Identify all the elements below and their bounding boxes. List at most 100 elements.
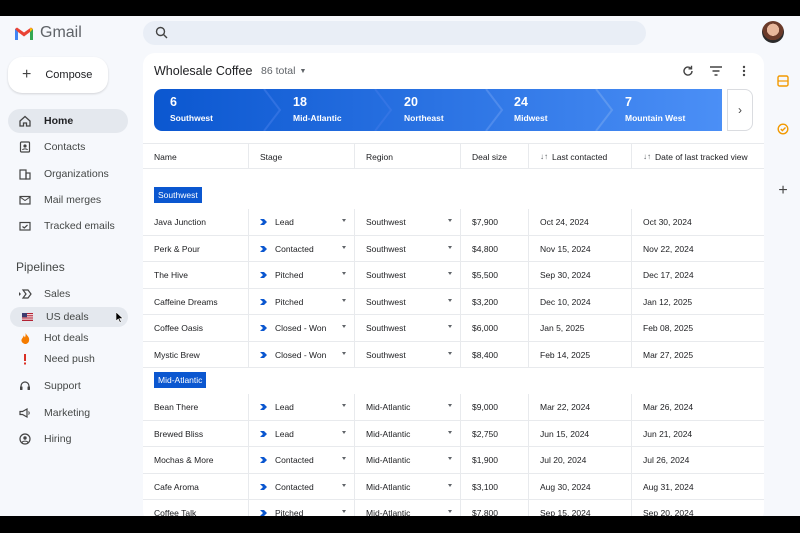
column-header-deal-size[interactable]: Deal size — [461, 144, 529, 169]
group-label[interactable]: Southwest — [154, 187, 202, 203]
table-row[interactable]: Mystic Brew Closed - Won Southwest $8,400 Fe… — [143, 341, 764, 368]
sidebar-item-marketing[interactable]: Marketing — [8, 401, 128, 425]
stage-chevron-icon — [260, 245, 267, 252]
cell-deal-size: $6,000 — [461, 315, 529, 341]
cell-stage[interactable]: Pitched — [249, 500, 355, 516]
cell-stage[interactable]: Lead — [249, 209, 355, 235]
sidebar-item-hot-deals[interactable]: Hot deals — [8, 328, 128, 348]
cell-stage[interactable]: Closed - Won — [249, 315, 355, 341]
sidebar-item-sales[interactable]: Sales — [8, 282, 128, 306]
cell-last-contacted: Nov 15, 2024 — [529, 235, 632, 262]
next-stages-button[interactable]: › — [727, 89, 753, 131]
cell-region[interactable]: Mid-Atlantic — [355, 447, 461, 473]
cell-region[interactable]: Mid-Atlantic — [355, 420, 461, 447]
total-count-dropdown[interactable]: 86 total ▼ — [261, 65, 306, 77]
table-row[interactable]: Cafe Aroma Contacted Mid-Atlantic $3,100 Aug… — [143, 473, 764, 500]
nav-item-contacts[interactable]: Contacts — [8, 135, 128, 159]
dropdown-arrow-icon — [342, 219, 346, 222]
cell-stage[interactable]: Contacted — [249, 447, 355, 473]
cell-region[interactable]: Mid-Atlantic — [355, 473, 461, 500]
sheets-icon[interactable] — [775, 73, 791, 89]
cell-region[interactable]: Southwest — [355, 315, 461, 341]
nav-item-tracked-emails[interactable]: Tracked emails — [8, 214, 128, 238]
sidebar-item-us-deals[interactable]: US deals — [10, 307, 128, 327]
cell-region[interactable]: Southwest — [355, 341, 461, 368]
nav-label: Contacts — [44, 141, 86, 153]
nav-item-mail-merges[interactable]: Mail merges — [8, 188, 128, 212]
table-row[interactable]: Caffeine Dreams Pitched Southwest $3,200 Dec… — [143, 288, 764, 315]
cell-region[interactable]: Southwest — [355, 235, 461, 262]
cell-region[interactable]: Southwest — [355, 262, 461, 288]
add-addon-icon[interactable]: + — [775, 182, 791, 199]
cell-last-contacted-text: Aug 30, 2024 — [540, 481, 591, 492]
cell-last-tracked-view-text: Dec 17, 2024 — [643, 270, 694, 280]
cell-deal-size: $9,000 — [461, 394, 529, 420]
avatar[interactable] — [762, 21, 784, 43]
sidebar-item-support[interactable]: Support — [8, 374, 128, 398]
exclamation-icon — [18, 353, 32, 365]
cell-deal-size-text: $2,750 — [472, 428, 498, 439]
table-row[interactable]: Java Junction Lead Southwest $7,900 Oct 24, … — [143, 209, 764, 236]
compose-button[interactable]: + Compose — [8, 57, 108, 93]
cell-stage[interactable]: Lead — [249, 420, 355, 447]
column-header-last-tracked-view[interactable]: ↓↑ Date of last tracked view — [632, 144, 764, 169]
table-row[interactable]: Perk & Pour Contacted Southwest $4,800 Nov 1… — [143, 235, 764, 262]
cell-stage-text: Pitched — [275, 296, 304, 307]
table-row[interactable]: Mochas & More Contacted Mid-Atlantic $1,900… — [143, 447, 764, 474]
cell-stage[interactable]: Contacted — [249, 473, 355, 500]
table-header: Name Stage Region Deal size ↓↑ Last conta… — [143, 143, 764, 169]
table-row[interactable]: Bean There Lead Mid-Atlantic $9,000 Mar 22, … — [143, 394, 764, 421]
refresh-icon[interactable] — [679, 62, 697, 80]
stage-mid-atlantic[interactable]: 18 Mid-Atlantic — [277, 89, 387, 131]
contacts-icon — [18, 141, 32, 153]
sidebar-item-hiring[interactable]: Hiring — [8, 427, 128, 451]
dropdown-arrow-icon — [448, 325, 452, 328]
cell-region[interactable]: Mid-Atlantic — [355, 500, 461, 516]
stage-label: Midwest — [514, 113, 548, 123]
table-row[interactable]: Coffee Talk Pitched Mid-Atlantic $7,800 Sep … — [143, 500, 764, 516]
cell-last-contacted-text: Sep 15, 2024 — [540, 508, 591, 516]
cell-name: Brewed Bliss — [143, 420, 249, 447]
column-header-last-contacted[interactable]: ↓↑ Last contacted — [529, 144, 632, 169]
column-header-region[interactable]: Region — [355, 144, 461, 169]
cell-stage[interactable]: Pitched — [249, 288, 355, 315]
fire-icon — [18, 332, 32, 344]
pipeline-label: US deals — [46, 311, 89, 323]
cell-deal-size: $3,100 — [461, 473, 529, 500]
group-label[interactable]: Mid-Atlantic — [154, 372, 207, 388]
table-row[interactable]: Brewed Bliss Lead Mid-Atlantic $2,750 Jun 15… — [143, 420, 764, 447]
cell-region[interactable]: Mid-Atlantic — [355, 394, 461, 420]
stage-northeast[interactable]: 20 Northeast — [388, 89, 498, 131]
cell-region[interactable]: Southwest — [355, 288, 461, 315]
cell-stage[interactable]: Pitched — [249, 262, 355, 288]
cell-last-contacted: Jul 20, 2024 — [529, 447, 632, 473]
nav-item-organizations[interactable]: Organizations — [8, 162, 128, 186]
search-bar[interactable] — [143, 21, 646, 45]
dropdown-arrow-icon — [342, 457, 346, 460]
filter-icon[interactable] — [707, 62, 725, 80]
cell-last-tracked-view: Jan 12, 2025 — [632, 289, 764, 315]
nav-item-home[interactable]: Home — [8, 109, 128, 133]
cell-stage-text: Contacted — [275, 243, 314, 254]
stage-southwest[interactable]: 6 Southwest — [154, 89, 264, 131]
table-row[interactable]: Coffee Oasis Closed - Won Southwest $6,000 J… — [143, 315, 764, 342]
cell-region[interactable]: Southwest — [355, 209, 461, 235]
nav-label: Home — [44, 115, 74, 127]
cell-stage[interactable]: Closed - Won — [249, 341, 355, 368]
cell-stage[interactable]: Lead — [249, 394, 355, 420]
cell-stage[interactable]: Contacted — [249, 235, 355, 262]
dropdown-arrow-icon — [448, 483, 452, 487]
column-header-name[interactable]: Name — [143, 144, 249, 169]
gmail-logo[interactable]: Gmail — [14, 24, 82, 42]
table-row[interactable]: The Hive Pitched Southwest $5,500 Sep 30, 20… — [143, 262, 764, 289]
cell-deal-size: $1,900 — [461, 447, 529, 473]
pipeline-label: Marketing — [44, 407, 91, 419]
stage-mountain-west[interactable]: 7 Mountain West — [609, 89, 719, 131]
stage-midwest[interactable]: 24 Midwest — [498, 89, 608, 131]
sidebar-item-need-push[interactable]: Need push — [8, 349, 128, 369]
more-options-icon[interactable] — [735, 62, 753, 80]
tasks-icon[interactable] — [775, 121, 791, 137]
cell-last-contacted: Aug 30, 2024 — [529, 473, 632, 500]
column-header-stage[interactable]: Stage — [249, 144, 355, 169]
cell-stage-text: Contacted — [275, 455, 314, 465]
